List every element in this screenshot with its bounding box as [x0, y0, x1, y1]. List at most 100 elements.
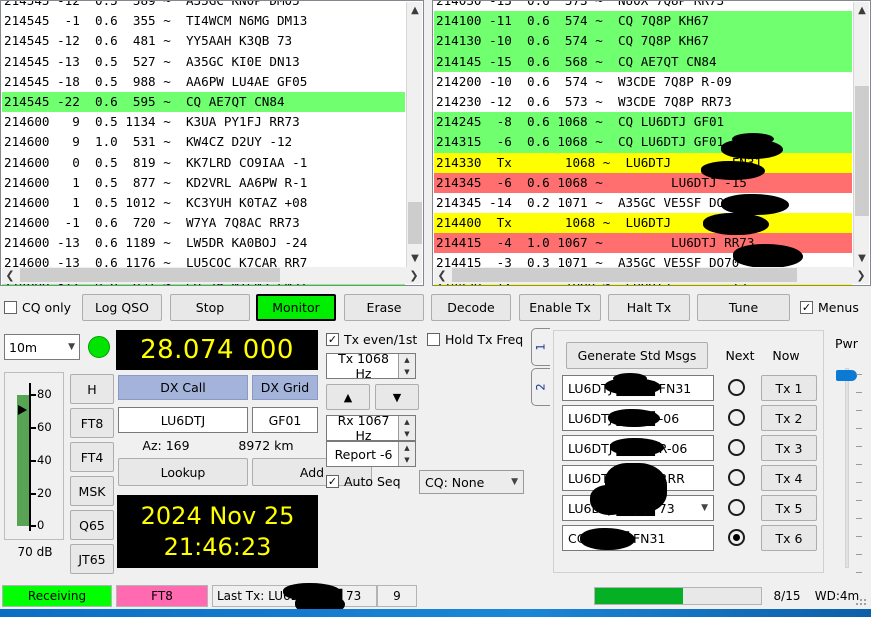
checkbox-indicator[interactable]: [4, 301, 17, 314]
decode-row[interactable]: 214545 -1 0.6 355 ~ TI4WCM N6MG DM13: [2, 11, 405, 31]
chevron-down-icon[interactable]: ▼: [854, 250, 870, 267]
mode-button-ft4[interactable]: FT4: [70, 442, 114, 472]
decode-button[interactable]: Decode: [431, 294, 511, 321]
chevron-up-icon[interactable]: ▲: [407, 2, 423, 19]
chevron-down-icon[interactable]: ▼: [407, 250, 423, 267]
decode-row[interactable]: 214100 -11 0.6 574 ~ CQ 7Q8P KH67: [434, 11, 852, 31]
resize-grip-icon[interactable]: [856, 595, 868, 607]
halt-tx-button[interactable]: Halt Tx: [608, 294, 690, 321]
rx-frequency-panel[interactable]: 214030 -13 0.6 573 ~ NU0X 7Q8P RR7321410…: [432, 0, 871, 286]
mode-button-q65[interactable]: Q65: [70, 510, 114, 540]
rx-frequency-vscrollbar[interactable]: ▲ ▼: [853, 2, 869, 267]
decode-row[interactable]: 214600 0 0.5 819 ~ KK7LRD CO9IAA -1: [2, 153, 405, 173]
scroll-thumb[interactable]: [855, 86, 869, 216]
chevron-right-icon[interactable]: ❯: [853, 267, 869, 284]
chevron-left-icon[interactable]: ❮: [434, 267, 450, 284]
decode-row[interactable]: 214345 -14 0.2 1071 ~ A35GC VE5SF DO70: [434, 193, 852, 213]
tx-button-2[interactable]: Tx 2: [761, 405, 817, 431]
scroll-thumb[interactable]: [408, 202, 422, 244]
tune-button[interactable]: Tune: [697, 294, 790, 321]
tx-even-checkbox[interactable]: ✓ Tx even/1st: [326, 332, 417, 347]
band-activity-panel[interactable]: 214545 -12 0.5 589 ~ A35GC KN0P DM052145…: [0, 0, 424, 286]
dx-call-input[interactable]: LU6DTJ: [118, 407, 248, 433]
tx-button-5[interactable]: Tx 5: [761, 495, 817, 521]
scroll-thumb[interactable]: [20, 268, 280, 282]
lookup-button[interactable]: Lookup: [118, 458, 248, 486]
next-radio-1[interactable]: [728, 379, 745, 396]
enable-tx-button[interactable]: Enable Tx: [519, 294, 601, 321]
cq-filter-select[interactable]: CQ: None ▼: [419, 470, 524, 494]
pwr-slider-track[interactable]: [845, 368, 849, 568]
decode-row[interactable]: 214130 -10 0.6 574 ~ CQ 7Q8P KH67: [434, 31, 852, 51]
decode-row[interactable]: 214545 -18 0.5 988 ~ AA6PW LU4AE GF05: [2, 72, 405, 92]
mode-button-jt65[interactable]: JT65: [70, 544, 114, 574]
decode-row[interactable]: 214345 -6 0.6 1068 ~ LU6DTJ -15: [434, 173, 852, 193]
stop-button[interactable]: Stop: [170, 294, 250, 321]
decode-row[interactable]: 214600 -13 0.6 1189 ~ LW5DR KA0BOJ -24: [2, 233, 405, 253]
log-qso-button[interactable]: Log QSO: [82, 294, 162, 321]
chevron-right-icon[interactable]: ❯: [406, 267, 422, 284]
spinner-arrows[interactable]: ▲▼: [398, 416, 415, 440]
scroll-thumb[interactable]: [452, 268, 797, 282]
decode-row[interactable]: 214230 -12 0.6 573 ~ W3CDE 7Q8P RR73: [434, 92, 852, 112]
report-spinner[interactable]: Report -6 ▲▼: [326, 441, 416, 467]
dx-grid-input[interactable]: GF01: [252, 407, 318, 433]
decode-row[interactable]: 214600 1 0.5 1012 ~ KC3YUH K0TAZ +08: [2, 193, 405, 213]
spinner-arrows[interactable]: ▲▼: [398, 442, 415, 466]
checkbox-indicator[interactable]: [427, 333, 440, 346]
erase-button[interactable]: Erase: [344, 294, 424, 321]
decode-row[interactable]: 214330 Tx 1068 ~ LU6DTJ FN31: [434, 153, 852, 173]
next-radio-3[interactable]: [728, 439, 745, 456]
decode-row[interactable]: 214315 -6 0.6 1068 ~ CQ LU6DTJ GF01: [434, 132, 852, 152]
next-radio-5[interactable]: [728, 499, 745, 516]
monitor-button[interactable]: Monitor: [256, 294, 336, 321]
rx-frequency-rows[interactable]: 214030 -13 0.6 573 ~ NU0X 7Q8P RR7321410…: [434, 0, 852, 286]
tx-button-1[interactable]: Tx 1: [761, 375, 817, 401]
band-activity-vscrollbar[interactable]: ▲ ▼: [406, 2, 422, 267]
rx-frequency-hscrollbar[interactable]: ❮ ❯: [434, 267, 869, 284]
decode-row[interactable]: 214030 -13 0.6 573 ~ NU0X 7Q8P RR73: [434, 0, 852, 11]
tab-1[interactable]: 1: [531, 328, 550, 366]
checkbox-indicator[interactable]: ✓: [800, 301, 813, 314]
menus-checkbox[interactable]: ✓ Menus: [800, 300, 859, 315]
tx-button-4[interactable]: Tx 4: [761, 465, 817, 491]
auto-seq-checkbox[interactable]: ✓ Auto Seq: [326, 474, 401, 489]
decode-row[interactable]: 214600 9 1.0 531 ~ KW4CZ D2UY -12: [2, 132, 405, 152]
mode-button-ft8[interactable]: FT8: [70, 408, 114, 438]
band-activity-hscrollbar[interactable]: ❮ ❯: [2, 267, 422, 284]
decode-row[interactable]: 214145 -15 0.6 568 ~ CQ AE7QT CN84: [434, 52, 852, 72]
checkbox-indicator[interactable]: ✓: [326, 333, 339, 346]
decode-row[interactable]: 214200 -10 0.6 574 ~ W3CDE 7Q8P R-09: [434, 72, 852, 92]
decode-row[interactable]: 214600 9 0.5 1134 ~ K3UA PY1FJ RR73: [2, 112, 405, 132]
tx-freq-down-button[interactable]: ▼: [375, 384, 419, 410]
tx-button-3[interactable]: Tx 3: [761, 435, 817, 461]
pwr-slider-handle[interactable]: [836, 370, 857, 381]
checkbox-indicator[interactable]: ✓: [326, 475, 339, 488]
chevron-left-icon[interactable]: ❮: [2, 267, 18, 284]
mode-button-h[interactable]: H: [70, 374, 114, 404]
chevron-up-icon[interactable]: ▲: [854, 2, 870, 19]
decode-row[interactable]: 214545 -13 0.5 527 ~ A35GC KI0E DN13: [2, 52, 405, 72]
generate-std-msgs-button[interactable]: Generate Std Msgs: [566, 342, 708, 369]
tx-freq-spinner[interactable]: Tx 1068 Hz ▲▼: [326, 353, 416, 379]
next-radio-4[interactable]: [728, 469, 745, 486]
tx-freq-up-button[interactable]: ▲: [326, 384, 370, 410]
spinner-arrows[interactable]: ▲▼: [398, 354, 415, 378]
cq-only-checkbox[interactable]: CQ only: [4, 300, 71, 315]
next-radio-2[interactable]: [728, 409, 745, 426]
decode-row[interactable]: 214545 -12 0.6 481 ~ YY5AAH K3QB 73: [2, 31, 405, 51]
decode-row[interactable]: 214545 -22 0.6 595 ~ CQ AE7QT CN84: [2, 92, 405, 112]
rx-freq-spinner[interactable]: Rx 1067 Hz ▲▼: [326, 415, 416, 441]
decode-row[interactable]: 214545 -12 0.5 589 ~ A35GC KN0P DM05: [2, 0, 405, 11]
next-radio-6[interactable]: [728, 529, 745, 546]
mode-button-msk[interactable]: MSK: [70, 476, 114, 506]
band-activity-rows[interactable]: 214545 -12 0.5 589 ~ A35GC KN0P DM052145…: [2, 0, 405, 286]
band-select[interactable]: 10m ▼: [4, 334, 80, 360]
decode-row[interactable]: 214400 Tx 1068 ~ LU6DTJ R-06: [434, 213, 852, 233]
hold-tx-freq-checkbox[interactable]: Hold Tx Freq: [427, 332, 523, 347]
decode-row[interactable]: 214600 -1 0.6 720 ~ W7YA 7Q8AC RR73: [2, 213, 405, 233]
decode-row[interactable]: 214600 1 0.5 877 ~ KD2VRL AA6PW R-1: [2, 173, 405, 193]
decode-row[interactable]: 214245 -8 0.6 1068 ~ CQ LU6DTJ GF01: [434, 112, 852, 132]
tab-2[interactable]: 2: [531, 368, 550, 406]
tx-button-6[interactable]: Tx 6: [761, 525, 817, 551]
